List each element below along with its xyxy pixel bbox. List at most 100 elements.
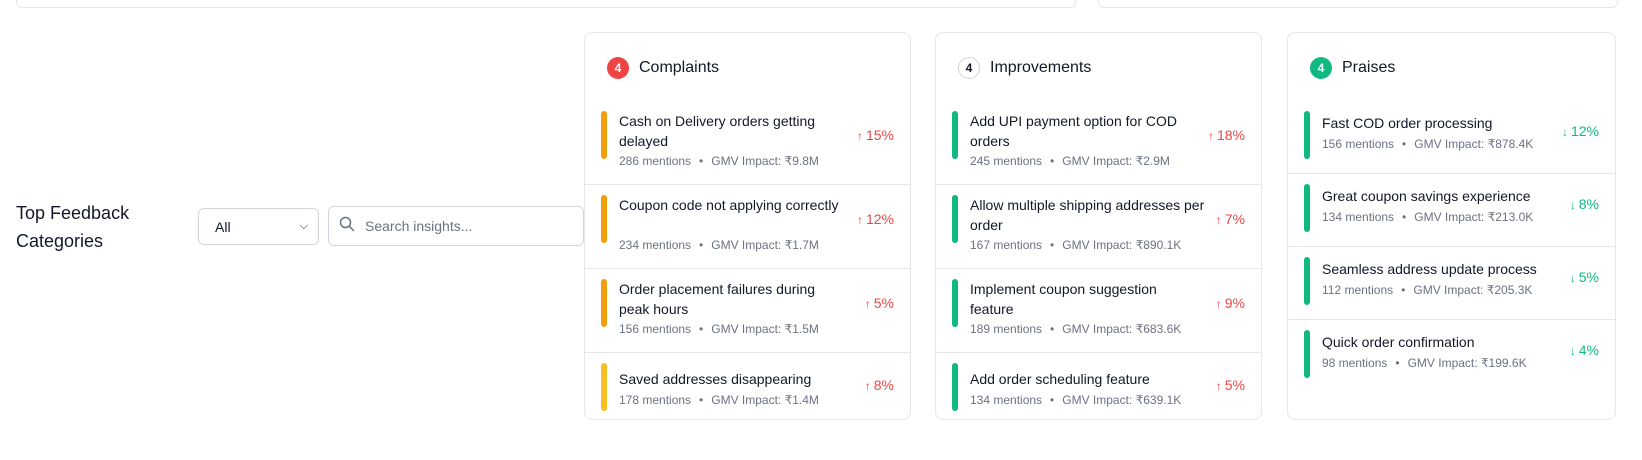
category-filter-select[interactable]: All ⌵ — [198, 208, 319, 245]
improvements-card-header: 4 Improvements — [958, 57, 1091, 79]
complaint-item[interactable]: Coupon code not applying correctly 234 m… — [585, 185, 910, 269]
item-title: Add order scheduling feature — [970, 371, 1150, 387]
item-mentions: 245 mentions — [970, 154, 1043, 168]
improvements-card-title: Improvements — [990, 59, 1092, 76]
item-change-value: 8% — [873, 377, 894, 393]
item-color-bar — [952, 363, 958, 411]
arrow-up-icon: ↑ — [856, 213, 863, 227]
item-title: Great coupon savings experience — [1322, 188, 1531, 204]
item-color-bar — [1304, 111, 1310, 159]
item-color-bar — [952, 111, 958, 159]
item-gmv: GMV Impact: ₹213.0K — [1414, 210, 1534, 224]
improvements-card: 4 Improvements Add UPI payment option fo… — [935, 32, 1262, 420]
item-gmv: GMV Impact: ₹1.4M — [711, 393, 819, 407]
item-meta: 189 mentions • GMV Impact: ₹683.6K — [970, 322, 1182, 336]
complaint-item[interactable]: Cash on Delivery orders getting delayed … — [585, 101, 910, 185]
item-change-value: 15% — [865, 127, 894, 143]
item-gmv: GMV Impact: ₹683.6K — [1062, 322, 1182, 336]
item-gmv: GMV Impact: ₹205.3K — [1413, 283, 1533, 297]
item-title: Coupon code not applying correctly — [619, 197, 839, 213]
item-change-value: 4% — [1578, 342, 1599, 358]
item-change: ↑ 15% — [857, 127, 894, 143]
item-gmv: GMV Impact: ₹1.7M — [711, 238, 819, 252]
praise-item[interactable]: Seamless address update process 112 ment… — [1288, 247, 1615, 320]
item-gmv: GMV Impact: ₹878.4K — [1414, 137, 1534, 151]
item-change-value: 12% — [865, 211, 894, 227]
item-change: ↑ 5% — [865, 295, 894, 311]
item-meta: 167 mentions • GMV Impact: ₹890.1K — [970, 238, 1182, 252]
improvement-item[interactable]: Allow multiple shipping addresses per or… — [936, 185, 1261, 269]
item-color-bar — [601, 195, 607, 243]
complaint-item[interactable]: Saved addresses disappearing 178 mention… — [585, 353, 910, 419]
item-change: ↑ 5% — [1216, 377, 1245, 393]
improvement-item[interactable]: Add order scheduling feature 134 mention… — [936, 353, 1261, 419]
item-color-bar — [1304, 184, 1310, 232]
item-change: ↑ 8% — [865, 377, 894, 393]
item-change-value: 18% — [1216, 127, 1245, 143]
top-panel-right — [1098, 0, 1618, 8]
item-title: Allow multiple shipping addresses per or… — [970, 197, 1205, 233]
item-mentions: 234 mentions — [619, 238, 692, 252]
item-mentions: 178 mentions — [619, 393, 692, 407]
search-input[interactable]: Search insights... — [328, 206, 584, 246]
arrow-up-icon: ↑ — [1215, 297, 1222, 311]
arrow-down-icon: ↓ — [1561, 125, 1568, 139]
complaints-card-header: 4 Complaints — [607, 57, 719, 79]
item-meta: 134 mentions • GMV Impact: ₹213.0K — [1322, 210, 1534, 224]
item-color-bar — [952, 279, 958, 327]
item-title: Seamless address update process — [1322, 261, 1537, 277]
praise-item[interactable]: Great coupon savings experience 134 ment… — [1288, 174, 1615, 247]
arrow-down-icon: ↓ — [1569, 271, 1576, 285]
item-change-value: 12% — [1570, 123, 1599, 139]
item-meta: 286 mentions • GMV Impact: ₹9.8M — [619, 154, 819, 168]
arrow-down-icon: ↓ — [1569, 344, 1576, 358]
item-change-value: 5% — [1578, 269, 1599, 285]
item-mentions: 156 mentions — [1322, 137, 1395, 151]
item-mentions: 286 mentions — [619, 154, 692, 168]
item-gmv: GMV Impact: ₹1.5M — [711, 322, 819, 336]
improvements-count-badge: 4 — [958, 57, 980, 79]
item-gmv: GMV Impact: ₹890.1K — [1062, 238, 1182, 252]
item-meta: 134 mentions • GMV Impact: ₹639.1K — [970, 393, 1182, 407]
item-change: ↓ 12% — [1562, 123, 1599, 139]
improvement-item[interactable]: Implement coupon suggestion feature 189 … — [936, 269, 1261, 353]
item-color-bar — [1304, 257, 1310, 305]
item-change: ↑ 12% — [857, 211, 894, 227]
item-meta: 156 mentions • GMV Impact: ₹878.4K — [1322, 137, 1534, 151]
item-color-bar — [601, 279, 607, 327]
item-title: Saved addresses disappearing — [619, 371, 812, 387]
arrow-up-icon: ↑ — [856, 129, 863, 143]
praise-item[interactable]: Quick order confirmation 98 mentions • GMV… — [1288, 320, 1615, 393]
praise-item[interactable]: Fast COD order processing 156 mentions • G… — [1288, 101, 1615, 174]
item-mentions: 167 mentions — [970, 238, 1043, 252]
item-meta: 234 mentions • GMV Impact: ₹1.7M — [619, 238, 819, 252]
filter-selected-value: All — [215, 218, 231, 235]
item-change: ↓ 8% — [1570, 196, 1599, 212]
praises-count-badge: 4 — [1310, 57, 1332, 79]
chevron-down-icon: ⌵ — [299, 220, 308, 232]
item-title: Add UPI payment option for COD orders — [970, 113, 1177, 149]
item-change-value: 7% — [1224, 211, 1245, 227]
item-color-bar — [601, 111, 607, 159]
item-change: ↑ 7% — [1216, 211, 1245, 227]
complaints-card-title: Complaints — [639, 59, 720, 76]
improvement-item[interactable]: Add UPI payment option for COD orders 24… — [936, 101, 1261, 185]
item-mentions: 98 mentions — [1322, 356, 1388, 370]
item-mentions: 112 mentions — [1322, 283, 1394, 297]
item-change: ↓ 5% — [1570, 269, 1599, 285]
arrow-down-icon: ↓ — [1569, 198, 1576, 212]
item-change: ↑ 9% — [1216, 295, 1245, 311]
item-color-bar — [601, 363, 607, 411]
arrow-up-icon: ↑ — [1207, 129, 1214, 143]
complaint-item[interactable]: Order placement failures during peak hou… — [585, 269, 910, 353]
complaints-card: 4 Complaints Cash on Delivery orders get… — [584, 32, 911, 420]
arrow-up-icon: ↑ — [864, 379, 871, 393]
item-mentions: 134 mentions — [970, 393, 1043, 407]
item-meta: 245 mentions • GMV Impact: ₹2.9M — [970, 154, 1170, 168]
item-meta: 98 mentions • GMV Impact: ₹199.6K — [1322, 356, 1527, 370]
praises-card-title: Praises — [1342, 59, 1396, 76]
praises-card: 4 Praises Fast COD order processing 156 … — [1287, 32, 1616, 420]
item-color-bar — [1304, 330, 1310, 378]
item-mentions: 134 mentions — [1322, 210, 1395, 224]
item-meta: 178 mentions • GMV Impact: ₹1.4M — [619, 393, 819, 407]
